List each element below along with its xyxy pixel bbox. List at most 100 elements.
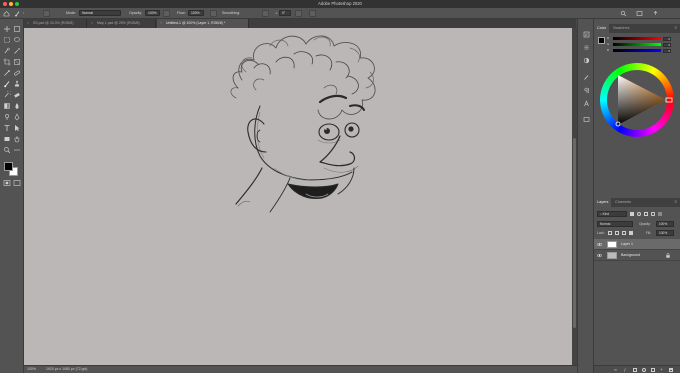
share-icon[interactable] (652, 9, 659, 17)
color-panel-foreground-swatch[interactable] (598, 37, 605, 44)
panel-menu-icon[interactable]: ≡ (675, 24, 677, 32)
properties-icon[interactable] (583, 44, 590, 51)
layers-panel-menu-icon[interactable]: ≡ (675, 198, 677, 206)
quick-mask-icon[interactable] (3, 179, 11, 187)
pressure-opacity-button[interactable] (163, 9, 170, 17)
libraries-icon[interactable] (583, 116, 590, 123)
path-selection-tool-icon[interactable] (13, 124, 21, 132)
blue-channel-value[interactable]: 0 (663, 48, 671, 53)
frame-tool-icon[interactable] (13, 58, 21, 66)
lock-all-icon[interactable] (629, 231, 633, 235)
saturation-brightness-triangle[interactable] (600, 63, 674, 137)
smoothing-settings-gear-icon[interactable] (262, 9, 269, 17)
zoom-level[interactable]: 100% (27, 367, 36, 371)
brush-size-indicator[interactable]: • (23, 10, 24, 16)
screen-mode-icon[interactable] (13, 179, 21, 187)
filter-pixel-icon[interactable] (630, 212, 634, 216)
lock-icons[interactable] (608, 231, 638, 236)
lock-position-icon[interactable] (622, 231, 626, 235)
color-wheel[interactable] (600, 63, 674, 137)
clone-stamp-tool-icon[interactable] (13, 80, 21, 88)
foreground-color-swatch[interactable] (4, 162, 13, 171)
green-channel-slider[interactable] (613, 43, 661, 46)
visibility-eye-icon[interactable] (596, 253, 603, 258)
opacity-field[interactable]: 100% (145, 10, 160, 16)
gradient-tool-icon[interactable] (3, 102, 11, 110)
eyedropper-tool-icon[interactable] (3, 69, 11, 77)
filter-shape-icon[interactable] (651, 212, 655, 216)
more-tools-icon[interactable] (13, 146, 21, 154)
brush-preset-icon[interactable] (14, 9, 21, 17)
close-tab-icon[interactable]: × (91, 19, 93, 28)
flow-field[interactable]: 100% (188, 10, 204, 16)
lock-image-icon[interactable] (615, 231, 619, 235)
tab-channels[interactable]: Channels (612, 198, 634, 207)
tab-color[interactable]: Color (594, 24, 610, 33)
filter-adjustment-icon[interactable] (637, 212, 641, 216)
tab-map-1-psd[interactable]: × Map 1.psd @ 25% (RGB/8) (88, 19, 156, 28)
filter-smart-object-icon[interactable] (658, 212, 662, 216)
new-group-icon[interactable] (651, 368, 655, 372)
magic-wand-tool-icon[interactable] (13, 47, 21, 55)
tab-untitled-1[interactable]: × Untitled-1 @ 100% (Layer 1, RGB/8) * (157, 19, 249, 28)
red-channel-slider[interactable] (613, 37, 661, 40)
fill-field[interactable]: 100% (656, 230, 674, 236)
brushes-icon[interactable] (583, 74, 590, 81)
mode-dropdown[interactable]: Normal (79, 10, 121, 16)
angle-field[interactable]: 0° (279, 10, 291, 16)
lock-icon[interactable] (666, 252, 670, 258)
close-tab-icon[interactable]: × (27, 19, 29, 28)
lock-transparent-icon[interactable] (608, 231, 612, 235)
type-tool-icon[interactable] (3, 124, 11, 132)
symmetry-button[interactable] (309, 9, 316, 17)
marquee-tool-icon[interactable] (3, 36, 11, 44)
quick-selection-tool-icon[interactable] (3, 47, 11, 55)
red-channel-value[interactable]: 0 (663, 36, 671, 41)
layer-filter-dropdown[interactable]: ⌕ Kind (597, 211, 627, 217)
paragraph-icon[interactable] (583, 87, 590, 94)
artboard-tool-icon[interactable] (13, 25, 21, 33)
brush-tool-icon[interactable] (3, 80, 11, 88)
layer-name[interactable]: Background (621, 253, 640, 257)
crop-tool-icon[interactable] (3, 58, 11, 66)
zoom-tool-icon[interactable] (3, 146, 11, 154)
layer-filter-icons[interactable] (630, 212, 674, 217)
delete-layer-icon[interactable] (669, 368, 673, 372)
layer-row-background[interactable]: Background (594, 250, 680, 261)
new-adjustment-layer-icon[interactable] (642, 368, 646, 372)
green-channel-value[interactable]: 0 (663, 42, 671, 47)
pen-tool-icon[interactable] (13, 113, 21, 121)
close-tab-icon[interactable]: × (160, 19, 162, 28)
layer-name[interactable]: Layer 1 (621, 242, 633, 246)
tab-swatches[interactable]: Swatches (610, 24, 632, 33)
brush-settings-panel-icon[interactable] (43, 9, 50, 17)
workspace-icon[interactable] (636, 9, 643, 17)
blend-mode-dropdown[interactable]: Normal (597, 221, 633, 227)
dodge-tool-icon[interactable] (3, 113, 11, 121)
history-brush-tool-icon[interactable] (3, 91, 11, 99)
history-icon[interactable] (583, 31, 590, 38)
lasso-tool-icon[interactable] (13, 36, 21, 44)
tab-ss-psd[interactable]: × SS.psd @ 33.3% (RGB/8) (24, 19, 87, 28)
home-icon[interactable] (3, 9, 10, 17)
eraser-tool-icon[interactable] (13, 91, 21, 99)
search-icon[interactable] (620, 9, 627, 17)
blue-channel-slider[interactable] (613, 49, 661, 52)
link-layers-icon[interactable]: ∞ (614, 367, 617, 372)
layer-opacity-field[interactable]: 100% (656, 221, 674, 227)
adjustments-icon[interactable] (583, 57, 590, 64)
visibility-eye-icon[interactable] (596, 242, 603, 247)
pressure-size-button[interactable] (295, 9, 302, 17)
add-mask-icon[interactable] (633, 368, 637, 372)
filter-type-icon[interactable] (644, 212, 648, 216)
rectangle-tool-icon[interactable] (3, 135, 11, 143)
layer-style-icon[interactable]: ƒ (624, 367, 626, 372)
move-tool-icon[interactable] (3, 25, 11, 33)
document-size-info[interactable]: 1920 px x 1080 px (72 ppi) (46, 367, 87, 371)
layer-row-layer-1[interactable]: Layer 1 (594, 239, 680, 250)
character-icon[interactable] (583, 100, 590, 107)
document-canvas[interactable] (24, 28, 572, 365)
blur-tool-icon[interactable] (13, 102, 21, 110)
new-layer-icon[interactable]: + (660, 367, 663, 372)
scrollbar-thumb[interactable] (573, 138, 576, 328)
